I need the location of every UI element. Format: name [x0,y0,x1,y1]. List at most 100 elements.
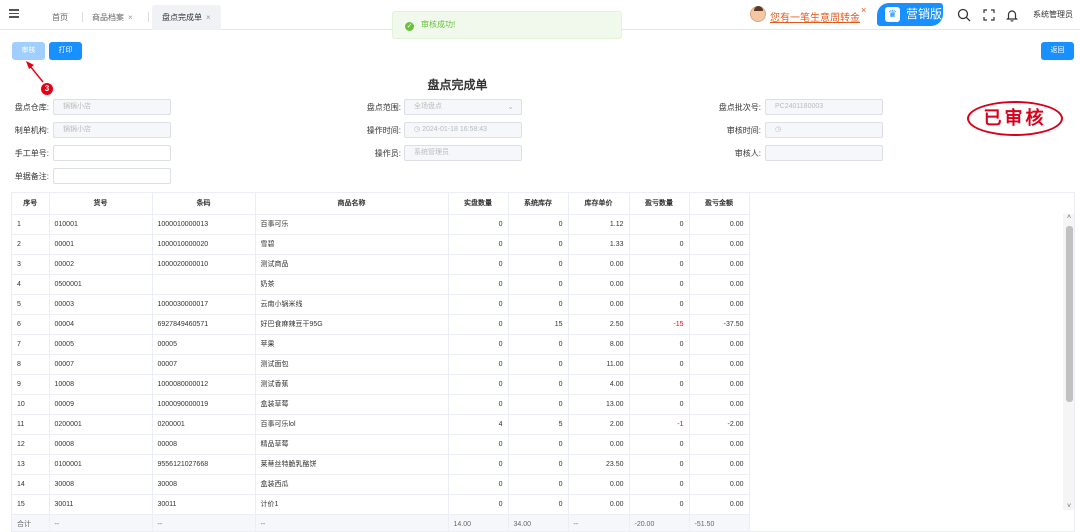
table-cell: 0 [629,374,690,395]
summary-cell: 合计 [12,514,50,531]
warehouse-label: 盘点仓库: [14,103,49,112]
table-cell: 0 [508,434,569,455]
op-time-value: 2024-01-18 16:58:43 [422,126,488,133]
table-scrollbar[interactable]: ˄ ˅ [1063,214,1074,510]
user-name[interactable]: 系统管理员 [1033,9,1073,20]
col-header[interactable]: 货号 [49,193,153,215]
warehouse-field[interactable]: 锅锅小店 [53,99,171,115]
auditor-label: 审核人: [734,149,761,158]
table-cell: 0.00 [568,474,630,495]
table-cell: 0 [508,394,569,415]
table-row[interactable]: 15 30011 30011 计价1 0 0 0.00 0 0.00 [12,494,750,515]
table-cell: 计价1 [255,494,449,515]
batch-field[interactable]: PC2401180003 [765,99,883,115]
table-cell: 5 [12,294,50,315]
bell-icon[interactable] [1005,8,1019,22]
table-row[interactable]: 2 00001 1000010000020 雪碧 0 0 1.33 0 0.00 [12,234,750,255]
table-row[interactable]: 8 00007 00007 测试面包 0 0 11.00 0 0.00 [12,354,750,375]
table-cell: 0 [508,274,569,295]
table-row[interactable]: 9 10008 1000080000012 测试香蕉 0 0 4.00 0 0.00 [12,374,750,395]
table-row[interactable]: 5 00003 1000030000017 云南小锅米线 0 0 0.00 0 0.00 [12,294,750,315]
org-label: 制单机构: [14,126,49,135]
col-header[interactable]: 库存单价 [568,193,630,215]
table-row[interactable]: 6 00004 6927849460571 好巴食麻辣豆干95G 0 15 2.50 -15-… [12,314,750,335]
table-cell: 0 [448,314,509,335]
operator-field[interactable]: 系统管理员 [404,145,522,161]
col-header[interactable]: 实盘数量 [448,193,509,215]
table-cell: 30008 [152,474,256,495]
col-header[interactable]: 条码 [152,193,256,215]
search-icon[interactable] [957,8,971,22]
back-button[interactable]: 返回 [1041,42,1074,60]
table-cell: 0.00 [689,254,750,275]
table-cell: 0 [448,434,509,455]
toast-message: 审核成功! [421,20,456,29]
table-cell: 2.50 [568,314,630,335]
table-cell: 1.33 [568,234,630,255]
table-cell: 0 [629,334,690,355]
table-cell: 0 [508,474,569,495]
table-cell: 0 [629,214,690,235]
marketing-edition-button[interactable]: ♛ 营销版 [877,3,943,26]
table-cell: 00008 [152,434,256,455]
table-cell: 5 [508,414,569,435]
chevron-up-icon[interactable]: ˄ [1065,214,1073,221]
table-cell: 0500001 [49,274,153,295]
col-header[interactable]: 商品名称 [255,193,449,215]
table-cell: 0200001 [49,414,153,435]
table-cell: 百事可乐 [255,214,449,235]
fullscreen-icon[interactable] [982,8,996,22]
range-select[interactable]: 全场盘点 ⌄ [404,99,522,115]
summary-cell: -- [152,514,256,531]
chevron-down-icon[interactable]: ˅ [1065,503,1073,510]
table-cell: 00004 [49,314,153,335]
table-row[interactable]: 11 0200001 0200001 百事可乐lol 4 5 2.00 -1 -2.00 [12,414,750,435]
tab-product-archive[interactable]: 商品档案 × [82,5,143,30]
table-cell: 30008 [49,474,153,495]
table-row[interactable]: 1 010001 1000010000013 百事可乐 0 0 1.12 0 0.00 [12,214,750,235]
table-cell: 0 [448,394,509,415]
table-cell: 0.00 [568,254,630,275]
table-cell: 10008 [49,374,153,395]
page-title: 盘点完成单 [427,78,488,92]
table-row[interactable]: 13 0100001 9556121027668 莱蒂丝特脆乳酪饼 0 0 23.50 0 0.… [12,454,750,475]
table-cell: 测试香蕉 [255,374,449,395]
table-cell: 12 [12,434,50,455]
org-field[interactable]: 锅锅小店 [53,122,171,138]
tab-divider [148,12,149,22]
avatar-icon [750,6,766,22]
table-cell: 0 [448,214,509,235]
table-row[interactable]: 12 00008 00008 精品草莓 0 0 0.00 0 0.00 [12,434,750,455]
close-icon[interactable]: × [206,13,211,22]
col-header[interactable]: 系统库存 [508,193,569,215]
table-cell: 9556121027668 [152,454,256,475]
table-cell: 1000080000012 [152,374,256,395]
table-cell: 0 [629,494,690,515]
promo-link[interactable]: 您有一笔生意周转金 [770,9,860,24]
table-row[interactable]: 14 30008 30008 盒装西瓜 0 0 0.00 0 0.00 [12,474,750,495]
success-toast: ✓ 审核成功! [392,11,622,39]
op-time-field[interactable]: ◷ 2024-01-18 16:58:43 [404,122,522,138]
table-cell: 0 [629,394,690,415]
remark-field[interactable] [53,168,171,184]
close-icon[interactable]: × [128,13,133,22]
table-row[interactable]: 10 00009 1000090000019 盒装草莓 0 0 13.00 0 0.00 [12,394,750,415]
table-cell: 0.00 [689,354,750,375]
scroll-thumb[interactable] [1066,226,1073,402]
table-row[interactable]: 3 00002 1000020000010 测试商品 0 0 0.00 0 0.00 [12,254,750,275]
table-cell: 0 [448,474,509,495]
tab-stocktake-complete[interactable]: 盘点完成单 × [152,5,221,30]
table-cell: 0 [508,254,569,275]
close-icon[interactable]: × [861,5,866,15]
table-row[interactable]: 7 00005 00005 苹果 0 0 8.00 0 0.00 [12,334,750,355]
col-header[interactable]: 盈亏金额 [689,193,750,215]
table-cell: 00001 [49,234,153,255]
table-row[interactable]: 4 0500001 奶茶 0 0 0.00 0 0.00 [12,274,750,295]
table-cell: -37.50 [689,314,750,335]
manual-no-field[interactable] [53,145,171,161]
table-cell: 6 [12,314,50,335]
col-header[interactable]: 序号 [12,193,50,215]
auditor-field[interactable] [765,145,883,161]
col-header[interactable]: 盈亏数量 [629,193,690,215]
audit-time-field[interactable]: ◷ [765,122,883,138]
